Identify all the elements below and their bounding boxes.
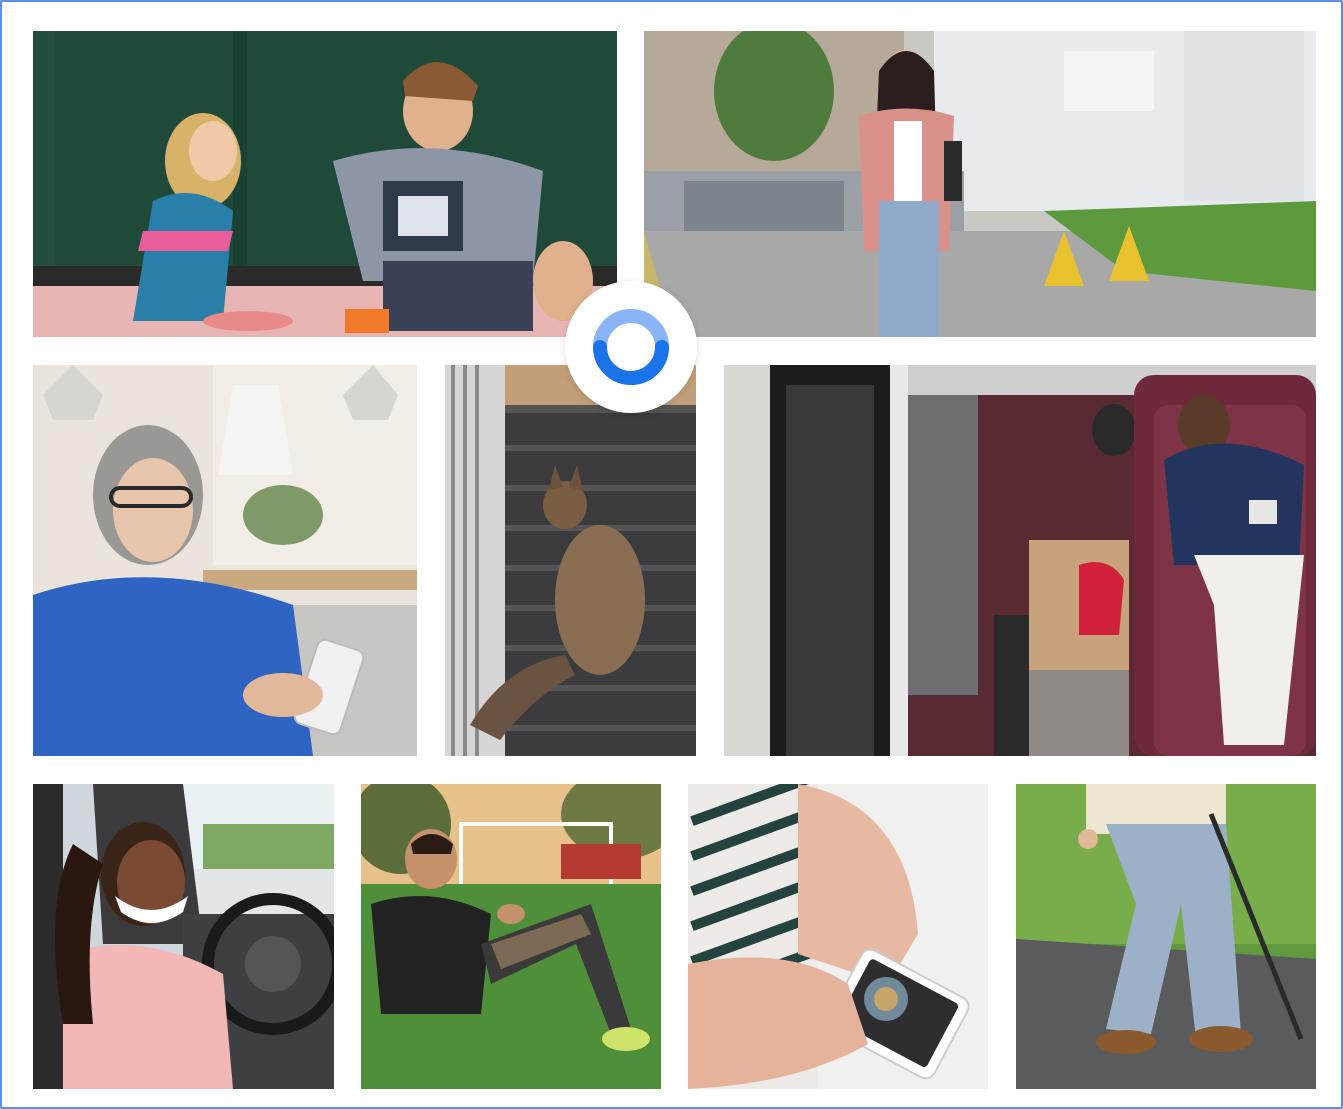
- photo-children-playing: [33, 31, 617, 337]
- photo-cat-on-stairs: [445, 365, 696, 756]
- cane-walking-photo-icon: [1016, 784, 1316, 1089]
- woman-phone-photo-icon: [33, 365, 417, 756]
- photo-man-checking-watch-field: [361, 784, 661, 1089]
- photo-man-sleeping-couch: [724, 365, 1316, 756]
- driver-photo-icon: [33, 784, 334, 1089]
- man-sleeping-photo-icon: [724, 365, 1316, 756]
- photo-hands-holding-phone: [688, 784, 988, 1089]
- ring-logo-icon: [593, 309, 669, 385]
- photo-woman-with-phone-sofa: [33, 365, 417, 756]
- logo-badge: [565, 281, 697, 413]
- children-photo-icon: [33, 31, 617, 337]
- woman-walking-photo-icon: [644, 31, 1316, 337]
- phone-app-photo-icon: [688, 784, 988, 1089]
- photo-woman-driving: [33, 784, 334, 1089]
- fitness-photo-icon: [361, 784, 661, 1089]
- collage-frame: [0, 0, 1343, 1109]
- photo-person-walking-cane: [1016, 784, 1316, 1089]
- photo-woman-walking-campus: [644, 31, 1316, 337]
- cat-photo-icon: [445, 365, 696, 756]
